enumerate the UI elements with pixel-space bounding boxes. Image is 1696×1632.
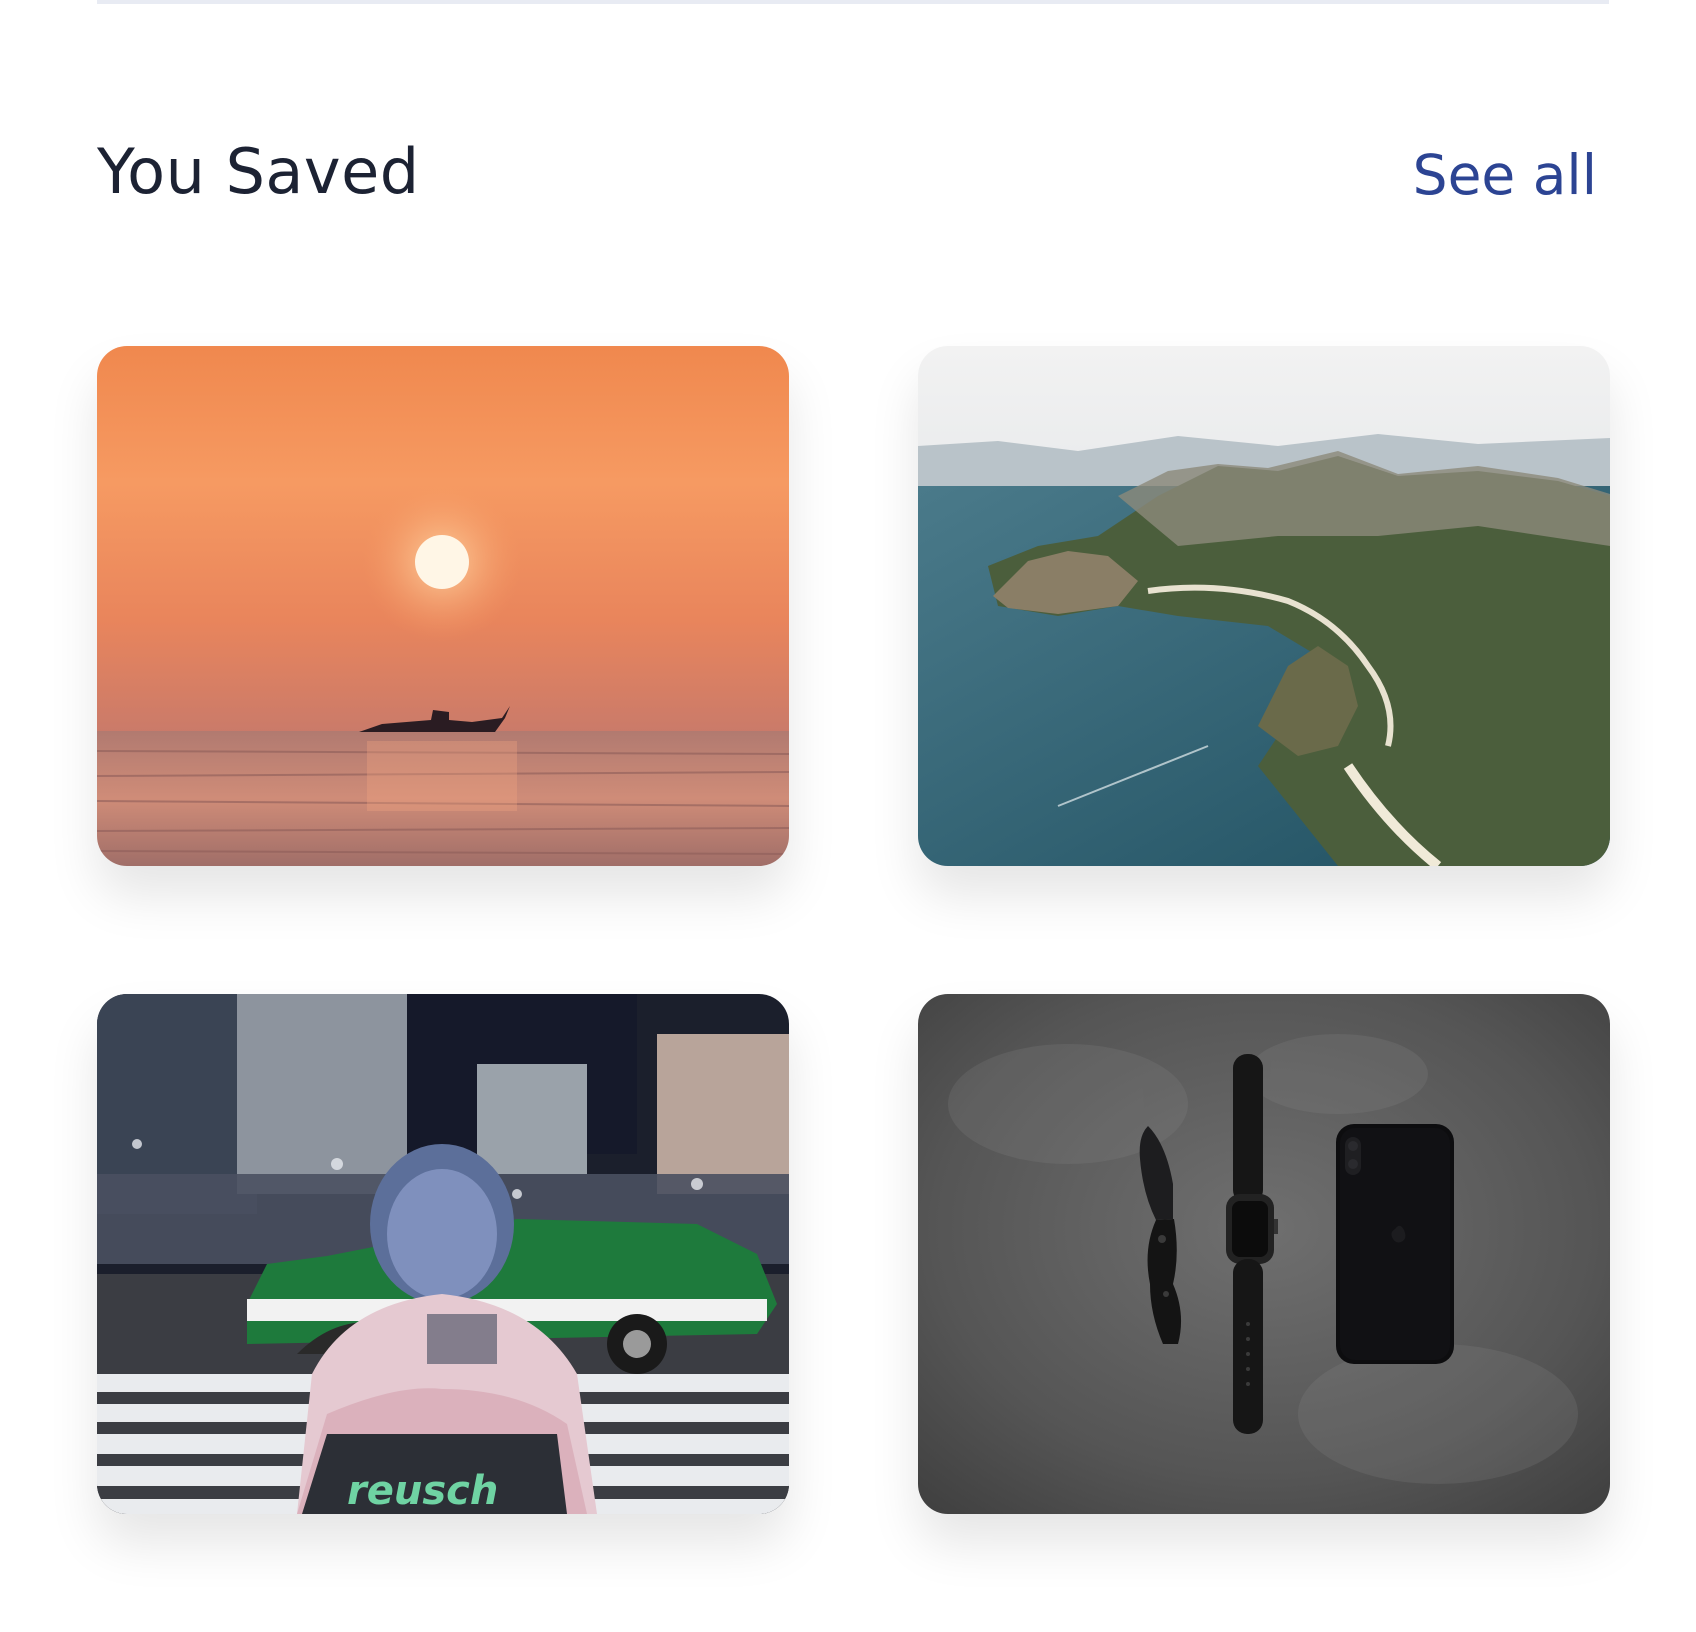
knife-watch-phone-flatlay-photo: [918, 994, 1610, 1514]
saved-card-island[interactable]: [918, 346, 1610, 866]
top-divider: [97, 0, 1609, 4]
section-header: You Saved See all: [97, 130, 1597, 220]
sunset-boat-photo: [97, 346, 789, 866]
saved-card-sunset[interactable]: [97, 346, 789, 866]
saved-card-flatlay[interactable]: [918, 994, 1610, 1514]
svg-text:reusch: reusch: [347, 1468, 498, 1514]
see-all-link[interactable]: See all: [1413, 143, 1597, 207]
city-night-crosswalk-photo: reusch: [97, 994, 789, 1514]
saved-grid: reusch: [97, 346, 1610, 1514]
saved-card-city[interactable]: reusch: [97, 994, 789, 1514]
island-aerial-photo: [918, 346, 1610, 866]
section-title: You Saved: [97, 135, 420, 208]
